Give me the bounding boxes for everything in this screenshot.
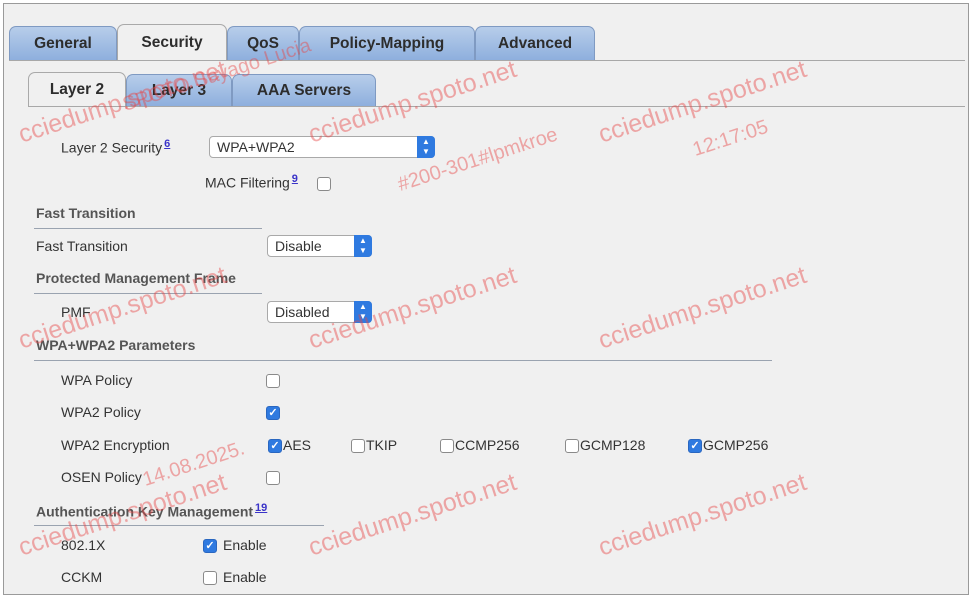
- encryption-gcmp128-checkbox[interactable]: [565, 439, 579, 453]
- select-arrow-icon: ▲ ▼: [417, 136, 435, 158]
- subtab-layer-2[interactable]: Layer 2: [28, 72, 126, 106]
- fast-transition-label: Fast Transition: [36, 238, 128, 254]
- akm-cckm-enable-label: Enable: [223, 569, 267, 585]
- osen-policy-checkbox[interactable]: [266, 471, 280, 485]
- help-link-19[interactable]: 19: [255, 502, 267, 514]
- subtab-layer-3[interactable]: Layer 3: [126, 74, 232, 106]
- tab-qos[interactable]: QoS: [227, 26, 299, 60]
- wpa-params-divider: [34, 360, 772, 361]
- fast-transition-select[interactable]: Disable ▲ ▼: [267, 235, 372, 257]
- encryption-aes-label: AES: [283, 437, 312, 453]
- pmf-label: PMF: [61, 304, 91, 320]
- akm-8021x-checkbox[interactable]: ✓: [203, 539, 217, 553]
- akm-8021x-enable-label: Enable: [223, 537, 267, 553]
- wpa-policy-checkbox[interactable]: [266, 374, 280, 388]
- akm-section-title: Authentication Key Management 19: [36, 502, 268, 520]
- akm-8021x-label: 802.1X: [61, 537, 106, 553]
- encryption-gcmp128-label: GCMP128: [580, 437, 646, 453]
- layer2-security-select[interactable]: WPA+WPA2 ▲ ▼: [209, 136, 435, 158]
- fast-transition-divider: [34, 228, 262, 229]
- wpa-policy-label: WPA Policy: [61, 372, 133, 388]
- wpa2-policy-label: WPA2 Policy: [61, 404, 141, 420]
- mac-filtering-label: MAC Filtering 9: [205, 173, 298, 191]
- encryption-ccmp256-checkbox[interactable]: [440, 439, 454, 453]
- encryption-tkip-checkbox[interactable]: [351, 439, 365, 453]
- subtab-aaa-servers[interactable]: AAA Servers: [232, 74, 376, 106]
- wlan-edit-panel: General Security QoS Policy-Mapping Adva…: [3, 3, 969, 595]
- pmf-section-title: Protected Management Frame: [36, 270, 236, 286]
- help-link-9[interactable]: 9: [292, 173, 298, 185]
- mac-filtering-checkbox[interactable]: [317, 177, 331, 191]
- tab-advanced[interactable]: Advanced: [475, 26, 595, 60]
- wpa2-policy-checkbox[interactable]: ✓: [266, 406, 280, 420]
- select-arrow-icon: ▲ ▼: [354, 235, 372, 257]
- select-arrow-icon: ▲ ▼: [354, 301, 372, 323]
- layer2-security-label: Layer 2 Security 6: [61, 138, 171, 156]
- wpa2-encryption-label: WPA2 Encryption: [61, 437, 170, 453]
- encryption-tkip-label: TKIP: [366, 437, 398, 453]
- pmf-divider: [34, 293, 262, 294]
- akm-divider: [34, 525, 324, 526]
- pmf-select[interactable]: Disabled ▲ ▼: [267, 301, 372, 323]
- help-link-6[interactable]: 6: [164, 138, 170, 150]
- osen-policy-label: OSEN Policy: [61, 469, 142, 485]
- fast-transition-section-title: Fast Transition: [36, 205, 136, 221]
- subtab-divider: [28, 106, 965, 107]
- encryption-gcmp256-label: GCMP256: [703, 437, 769, 453]
- encryption-gcmp256-checkbox[interactable]: ✓: [688, 439, 702, 453]
- akm-cckm-checkbox[interactable]: [203, 571, 217, 585]
- wpa-params-section-title: WPA+WPA2 Parameters: [36, 337, 196, 353]
- encryption-aes-checkbox[interactable]: ✓: [268, 439, 282, 453]
- akm-cckm-label: CCKM: [61, 569, 103, 585]
- encryption-ccmp256-label: CCMP256: [455, 437, 520, 453]
- tab-policy-mapping[interactable]: Policy-Mapping: [299, 26, 475, 60]
- tab-general[interactable]: General: [9, 26, 117, 60]
- tab-divider: [9, 60, 965, 61]
- tab-security[interactable]: Security: [117, 24, 227, 60]
